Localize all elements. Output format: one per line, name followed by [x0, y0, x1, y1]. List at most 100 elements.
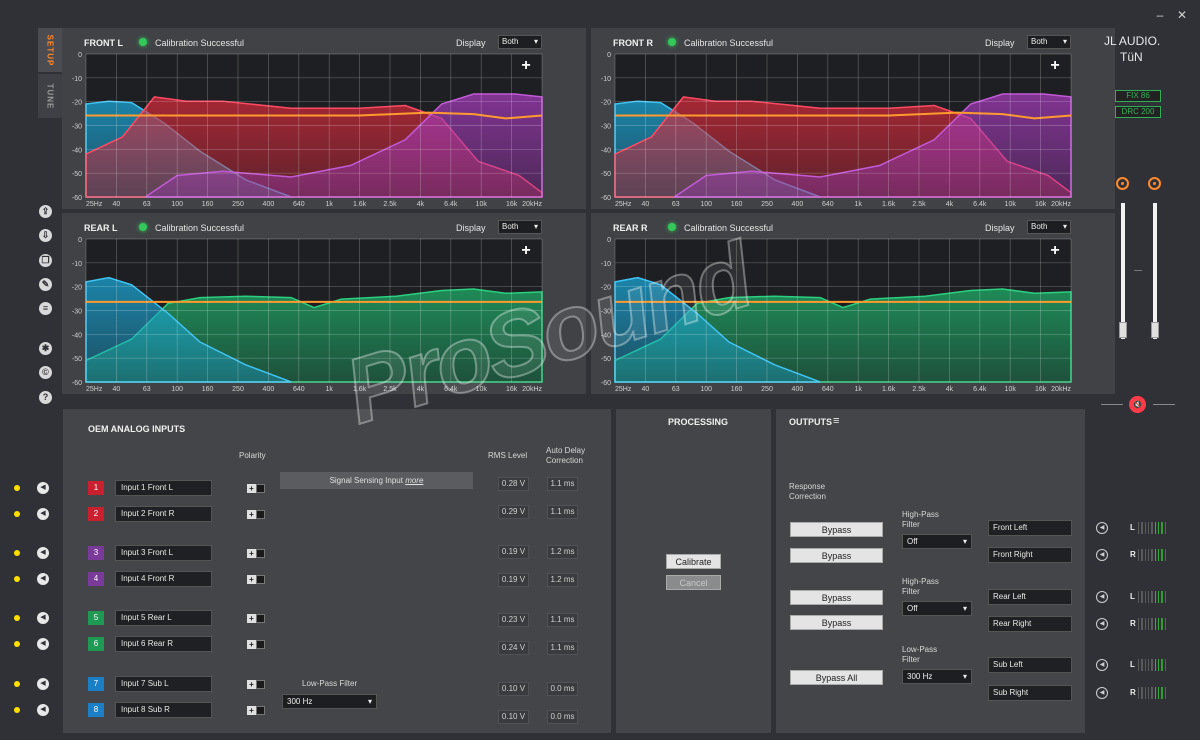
zoom-plus-icon[interactable]: +	[1049, 58, 1061, 74]
bypass-button-front-r[interactable]: Bypass	[790, 548, 883, 563]
bypass-button-front-l[interactable]: Bypass	[790, 522, 883, 537]
output-speaker-icon[interactable]: ◀	[1096, 618, 1108, 630]
input-name-field[interactable]: Input 6 Rear R	[115, 636, 212, 652]
polarity-toggle[interactable]: +	[247, 680, 265, 689]
output-name-field[interactable]: Rear Right	[988, 616, 1072, 632]
input-name-field[interactable]: Input 2 Front R	[115, 506, 212, 522]
delay-value: 1.1 ms	[547, 613, 578, 627]
meter-segment	[1138, 618, 1140, 630]
polarity-toggle[interactable]: +	[247, 549, 265, 558]
polarity-toggle[interactable]: +	[247, 706, 265, 715]
bypass-all-button[interactable]: Bypass All	[790, 670, 883, 685]
input-name-field[interactable]: Input 3 Front L	[115, 545, 212, 561]
polarity-minus-box	[256, 484, 265, 493]
bypass-button-rear-l[interactable]: Bypass	[790, 590, 883, 605]
tab-setup[interactable]: SETUP	[38, 28, 62, 72]
output-name-field[interactable]: Sub Left	[988, 657, 1072, 673]
tab-tune[interactable]: TUNE	[38, 74, 62, 118]
polarity-minus-box	[256, 575, 265, 584]
input-name-field[interactable]: Input 4 Front R	[115, 571, 212, 587]
lpf-select-sub[interactable]: 300 Hz	[902, 669, 972, 684]
delay-value: 1.1 ms	[547, 477, 578, 491]
copyright-icon[interactable]: ©	[39, 366, 52, 379]
input-name-field[interactable]: Input 5 Rear L	[115, 610, 212, 626]
input-lowpass-select[interactable]: 300 Hz	[282, 694, 377, 709]
speaker-icon[interactable]: ◀	[37, 638, 49, 650]
hpf-select-rear[interactable]: Off	[902, 601, 972, 616]
meter-segment	[1141, 687, 1143, 699]
input-name-field[interactable]: Input 7 Sub L	[115, 676, 212, 692]
signal-sensing-box[interactable]: Signal Sensing Input more	[280, 472, 473, 489]
x-tick-label: 6.4k	[444, 201, 458, 208]
fader-handle-left[interactable]	[1119, 322, 1127, 338]
speaker-icon[interactable]: ◀	[37, 704, 49, 716]
gear-icon[interactable]: ✱	[39, 342, 52, 355]
graph-title: REAR R	[613, 223, 648, 233]
zoom-plus-icon[interactable]: +	[1049, 243, 1061, 259]
display-select[interactable]: Both	[1027, 35, 1071, 49]
speaker-icon[interactable]: ◀	[37, 547, 49, 559]
copy-icon[interactable]: ❐	[39, 254, 52, 267]
x-tick-label: 2.5k	[383, 386, 397, 393]
calibrate-button[interactable]: Calibrate	[666, 554, 721, 569]
x-tick-label: 2.5k	[383, 201, 397, 208]
display-select[interactable]: Both	[1027, 220, 1071, 234]
speaker-icon[interactable]: ◀	[37, 678, 49, 690]
list-icon[interactable]: ≡	[39, 302, 52, 315]
speaker-icon[interactable]: ◀	[37, 612, 49, 624]
download-icon[interactable]: ⇩	[39, 229, 52, 242]
display-select[interactable]: Both	[498, 35, 542, 49]
output-speaker-icon[interactable]: ◀	[1096, 659, 1108, 671]
meter-segment	[1138, 659, 1140, 671]
display-select[interactable]: Both	[498, 220, 542, 234]
zoom-plus-icon[interactable]: +	[520, 58, 532, 74]
frequency-response-plot[interactable]: 0 -10 -20 -30 -40 -50 -60 25Hz 40 63 100 160 250 400 6…	[591, 235, 1115, 394]
y-tick-label: 0	[78, 237, 82, 244]
polarity-toggle[interactable]: +	[247, 614, 265, 623]
speaker-icon[interactable]: ◀	[37, 508, 49, 520]
speaker-icon[interactable]: ◀	[37, 573, 49, 585]
close-button[interactable]: ✕	[1175, 8, 1189, 22]
output-name-field[interactable]: Sub Right	[988, 685, 1072, 701]
outputs-menu-icon[interactable]: ≡	[833, 415, 839, 427]
y-tick-label: -10	[601, 261, 611, 268]
help-icon[interactable]: ?	[39, 391, 52, 404]
output-name-field[interactable]: Rear Left	[988, 589, 1072, 605]
output-speaker-icon[interactable]: ◀	[1096, 549, 1108, 561]
input-name-field[interactable]: Input 8 Sub R	[115, 702, 212, 718]
x-tick-label: 250	[232, 386, 244, 393]
bypass-button-rear-r[interactable]: Bypass	[790, 615, 883, 630]
polarity-toggle[interactable]: +	[247, 575, 265, 584]
delay-value: 1.2 ms	[547, 545, 578, 559]
level-knob-right[interactable]	[1148, 177, 1161, 190]
level-knob-left[interactable]	[1116, 177, 1129, 190]
polarity-toggle[interactable]: +	[247, 484, 265, 493]
minimize-button[interactable]: –	[1153, 8, 1167, 22]
frequency-response-plot[interactable]: 0 -10 -20 -30 -40 -50 -60 25Hz 40 63 100 160 250 400 6…	[591, 50, 1115, 209]
input-name-field[interactable]: Input 1 Front L	[115, 480, 212, 496]
speaker-icon[interactable]: ◀	[37, 482, 49, 494]
output-speaker-icon[interactable]: ◀	[1096, 522, 1108, 534]
mute-speaker-icon[interactable]: 🔇	[1129, 396, 1146, 413]
meter-segment	[1147, 549, 1150, 561]
frequency-response-plot[interactable]: 0 -10 -20 -30 -40 -50 -60 25Hz 40 63 100 160 250 400 6…	[62, 50, 586, 209]
level-meter	[1138, 522, 1166, 534]
y-tick-label: -20	[72, 100, 82, 107]
fader-handle-right[interactable]	[1151, 322, 1159, 338]
cancel-button[interactable]: Cancel	[666, 575, 721, 590]
meter-segment	[1141, 522, 1143, 534]
y-tick-label: -30	[601, 124, 611, 131]
output-name-field[interactable]: Front Left	[988, 520, 1072, 536]
upload-icon[interactable]: ⇪	[39, 205, 52, 218]
output-speaker-icon[interactable]: ◀	[1096, 591, 1108, 603]
polarity-toggle[interactable]: +	[247, 640, 265, 649]
output-speaker-icon[interactable]: ◀	[1096, 687, 1108, 699]
frequency-response-plot[interactable]: 0 -10 -20 -30 -40 -50 -60 25Hz 40 63 100 160 250 400 6…	[62, 235, 586, 394]
hpf-select-front[interactable]: Off	[902, 534, 972, 549]
wrench-icon[interactable]: ✎	[39, 278, 52, 291]
output-name-field[interactable]: Front Right	[988, 547, 1072, 563]
zoom-plus-icon[interactable]: +	[520, 243, 532, 259]
polarity-toggle[interactable]: +	[247, 510, 265, 519]
signal-sensing-more-link[interactable]: more	[405, 476, 423, 485]
meter-segment	[1164, 591, 1166, 603]
